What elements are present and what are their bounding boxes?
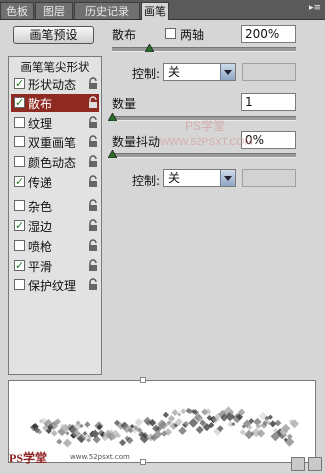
brush-stroke-image [29, 406, 299, 448]
scatter-label: 散布 [112, 28, 137, 42]
list-item[interactable]: 颜色动态 [11, 153, 99, 171]
tab-layers[interactable]: 图层 [35, 2, 73, 19]
scatter-control-value: 关 [168, 65, 181, 79]
count-jitter-control-select[interactable]: 关 [163, 169, 236, 187]
list-item[interactable]: 喷枪 [11, 237, 99, 255]
chevron-down-icon[interactable] [220, 64, 235, 80]
lock-icon[interactable] [87, 239, 99, 252]
trash-icon[interactable] [308, 457, 322, 471]
list-item[interactable]: ✓ 湿边 [11, 217, 99, 235]
preview-handle-bottom[interactable] [140, 459, 146, 465]
list-item-checkbox[interactable] [14, 279, 25, 290]
count-jitter-control-label: 控制: [132, 174, 161, 188]
list-item[interactable]: ✓ 散布 [11, 94, 99, 112]
count-jitter-slider-track[interactable] [112, 153, 296, 158]
lock-icon[interactable] [87, 96, 99, 109]
list-item[interactable]: 双重画笔 [11, 133, 99, 151]
count-jitter-label: 数量抖动 [112, 135, 161, 149]
scatter-control-select[interactable]: 关 [163, 63, 236, 81]
list-item-checkbox[interactable]: ✓ [14, 97, 25, 108]
list-item-checkbox[interactable] [14, 117, 25, 128]
brush-presets-button[interactable]: 画笔预设 [13, 26, 94, 44]
watermark-bottom: WWW.52PSXT.COM [160, 137, 253, 148]
list-item-label: 保护纹理 [28, 279, 77, 293]
list-item[interactable]: ✓ 形状动态 [11, 75, 99, 93]
brush-settings-list: 画笔笔尖形状 ✓ 形状动态 ✓ 散布 纹理 双重画笔 颜色动态 ✓ 传递 杂色 ✓ 湿边 喷枪 ✓ 平滑 保护… [8, 56, 102, 375]
brush-tip-shape-item[interactable]: 画笔笔尖形状 [9, 59, 101, 75]
list-item-checkbox[interactable] [14, 156, 25, 167]
list-item-label: 纹理 [28, 117, 53, 131]
new-preset-icon[interactable] [291, 457, 305, 471]
lock-icon[interactable] [87, 155, 99, 168]
lock-icon[interactable] [87, 259, 99, 272]
lock-icon[interactable] [87, 199, 99, 212]
scatter-slider-track[interactable] [112, 47, 296, 52]
count-slider-thumb[interactable] [108, 113, 117, 121]
chevron-down-icon[interactable] [220, 170, 235, 186]
lock-icon[interactable] [87, 278, 99, 291]
lock-icon[interactable] [87, 175, 99, 188]
list-item-label: 双重画笔 [28, 136, 77, 150]
lock-icon[interactable] [87, 77, 99, 90]
tab-brush[interactable]: 画笔 [141, 2, 169, 20]
scatter-control-label: 控制: [132, 67, 161, 81]
tab-history[interactable]: 历史记录 [74, 2, 140, 19]
list-item-checkbox[interactable] [14, 240, 25, 251]
list-item-label: 平滑 [28, 260, 53, 274]
lock-icon[interactable] [87, 135, 99, 148]
list-item[interactable]: ✓ 传递 [11, 173, 99, 191]
both-axes-checkbox[interactable] [165, 28, 176, 39]
list-item-checkbox[interactable] [14, 200, 25, 211]
brush-stroke-preview [8, 380, 316, 463]
lock-icon[interactable] [87, 219, 99, 232]
list-item-checkbox[interactable]: ✓ [14, 220, 25, 231]
list-item-checkbox[interactable]: ✓ [14, 78, 25, 89]
footer-url: www.52psxt.com [70, 453, 130, 461]
lock-icon[interactable] [87, 116, 99, 129]
list-item-label: 颜色动态 [28, 156, 77, 170]
list-item[interactable]: 纹理 [11, 114, 99, 132]
scatter-control-input [242, 63, 296, 81]
list-item-label: 湿边 [28, 220, 53, 234]
list-item-label: 形状动态 [28, 78, 77, 92]
list-item[interactable]: 保护纹理 [11, 276, 99, 294]
tab-swatches[interactable]: 色板 [0, 2, 34, 19]
count-jitter-control-value: 关 [168, 171, 181, 185]
list-item-checkbox[interactable] [14, 136, 25, 147]
count-value-field[interactable]: 1 [241, 93, 296, 111]
list-item-label: 喷枪 [28, 240, 53, 254]
footer-logo: PS学堂 [9, 451, 48, 465]
count-jitter-control-input [242, 169, 296, 187]
scatter-slider-thumb[interactable] [144, 44, 154, 52]
panel-menu-icon[interactable]: ▸≡ [309, 3, 321, 13]
list-item-checkbox[interactable]: ✓ [14, 260, 25, 271]
list-item[interactable]: 杂色 [11, 197, 99, 215]
list-item[interactable]: ✓ 平滑 [11, 257, 99, 275]
scatter-value-field[interactable]: 200% [241, 25, 296, 43]
count-label: 数量 [112, 97, 137, 111]
panel-tab-bar: 色板 图层 历史记录 画笔 ▸≡ [0, 0, 325, 20]
list-item-label: 散布 [28, 97, 53, 111]
list-item-label: 杂色 [28, 200, 53, 214]
list-item-label: 传递 [28, 176, 53, 190]
list-item-checkbox[interactable]: ✓ [14, 176, 25, 187]
preview-handle-top[interactable] [140, 377, 146, 383]
both-axes-label: 两轴 [180, 28, 205, 42]
watermark-top: PS学堂 [185, 119, 226, 133]
count-jitter-slider-thumb[interactable] [108, 150, 117, 158]
